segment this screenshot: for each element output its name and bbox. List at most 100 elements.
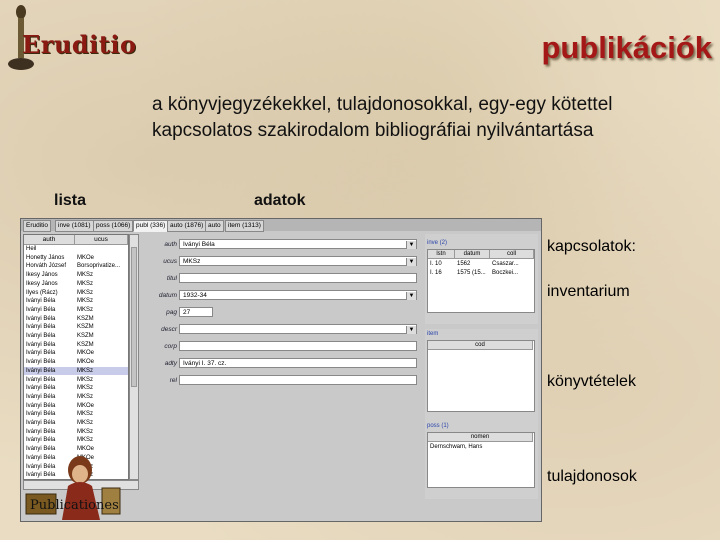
field-ucus[interactable]: MKSz ▼ — [179, 256, 417, 266]
field-value-auth: Iványi Béla — [183, 241, 215, 248]
list-cell-ucus: MKSz — [77, 280, 94, 287]
chevron-down-icon[interactable]: ▼ — [406, 292, 416, 300]
field-label-adty: adty — [164, 360, 177, 367]
inve-cell[interactable]: 1562 — [457, 260, 489, 268]
field-pag[interactable]: 27 — [179, 307, 213, 317]
scholar-caption: Publicationes — [30, 498, 119, 513]
record-form: auth Iványi Béla ▼ ucus MKSz ▼ titul datum 1932-… — [141, 234, 421, 519]
tab-poss[interactable]: poss (1066) — [93, 220, 134, 232]
list-vertical-scrollbar[interactable] — [129, 234, 139, 480]
poss-header-nomen[interactable]: nomen — [428, 433, 533, 442]
list-row[interactable]: Iványi Béla MKSz — [24, 419, 128, 427]
item-panel: item cod — [425, 329, 538, 419]
list-cell-auth: Iványi Béla — [26, 402, 56, 409]
inve-table: lstn datum coll I. 10 1562 Csaszar... I.… — [427, 249, 535, 313]
list-row[interactable]: Heil — [24, 245, 128, 253]
list-row[interactable]: Ikesy János MKSz — [24, 280, 128, 288]
list-cell-ucus: KSZM — [77, 341, 94, 348]
chevron-down-icon[interactable]: ▼ — [406, 326, 416, 334]
inve-header-coll[interactable]: coll — [490, 250, 534, 259]
tab-publ[interactable]: publ (336) — [133, 220, 169, 232]
inve-cell[interactable]: Boczkei... — [492, 269, 532, 277]
page-subtitle: a könyvjegyzékekkel, tulajdonosokkal, eg… — [152, 94, 613, 141]
list-row[interactable]: Iványi Béla MKSz — [24, 436, 128, 444]
field-value-ucus: MKSz — [183, 258, 201, 265]
list-row[interactable]: Iványi Béla KSZM — [24, 341, 128, 349]
list-row[interactable]: Iványi Béla MKSz — [24, 384, 128, 392]
list-cell-ucus: MKOe — [77, 254, 95, 261]
tab-auto-2[interactable]: auto — [205, 220, 224, 232]
inve-cell[interactable]: I. 16 — [430, 269, 454, 277]
list-row[interactable]: Iványi Béla MKSz — [24, 297, 128, 305]
inve-header-lstn[interactable]: lstn — [428, 250, 455, 259]
list-row[interactable]: Ikesy János MKSz — [24, 271, 128, 279]
list-row[interactable]: Iványi Béla MKSz — [24, 376, 128, 384]
tab-eruditio[interactable]: Eruditio — [23, 220, 52, 232]
list-header-ucus[interactable]: ucus — [75, 235, 128, 245]
list-row[interactable]: Iványi Béla MKSz — [24, 393, 128, 401]
list-row[interactable]: Iványi Béla MKSz — [24, 306, 128, 314]
field-label-titul: titul — [166, 275, 177, 282]
list-cell-auth: Iványi Béla — [26, 324, 56, 331]
field-value-adty: Iványi I. 37. cz. — [183, 360, 227, 367]
list-row[interactable]: Iványi Béla MKSz — [24, 410, 128, 418]
tab-inve[interactable]: inve (1081) — [55, 220, 94, 232]
list-cell-auth: Iványi Béla — [26, 333, 56, 339]
field-titul[interactable] — [179, 273, 417, 283]
label-tulajdonosok: tulajdonosok — [547, 468, 637, 485]
inve-header-datum[interactable]: datum — [455, 250, 490, 259]
list-row[interactable]: Iványi Béla KSZM — [24, 323, 128, 331]
chevron-down-icon[interactable]: ▼ — [406, 258, 416, 266]
inve-cell[interactable]: Csaszar... — [492, 260, 532, 268]
list-cell-ucus: KSZM — [77, 333, 94, 339]
poss-cell[interactable]: Dernschwam, Hans — [430, 443, 530, 451]
list-cell-auth: Honetty János — [26, 254, 65, 261]
tab-item[interactable]: item (1313) — [225, 220, 264, 232]
list-row[interactable]: Honetty János MKOe — [24, 254, 128, 262]
list-cell-auth: Ikesy János — [26, 272, 58, 279]
list-cell-ucus: MKSz — [77, 393, 94, 400]
page-title: publikációk — [541, 30, 712, 65]
list-row[interactable]: Iványi Béla MKSz — [24, 366, 128, 375]
field-descr[interactable]: ▼ — [179, 324, 417, 334]
field-adty[interactable]: Iványi I. 37. cz. — [179, 358, 417, 368]
form-row-corp: corp — [141, 341, 421, 353]
list-cell-auth: Iványi Béla — [26, 350, 56, 357]
list-row[interactable]: Iványi Béla MKOe — [24, 402, 128, 410]
chevron-down-icon[interactable]: ▼ — [406, 241, 416, 249]
list-header-auth[interactable]: auth — [24, 235, 75, 245]
scrollbar-thumb[interactable] — [131, 247, 137, 387]
form-row-adty: adty Iványi I. 37. cz. — [141, 358, 421, 370]
list-row[interactable]: Ilyes (Rácz) MKSz — [24, 289, 128, 297]
list-row[interactable]: Iványi Béla MKSz — [24, 428, 128, 436]
list-cell-ucus: MKSz — [77, 428, 94, 435]
list-cell-ucus: MKOe — [77, 359, 95, 366]
item-label: item — [427, 331, 439, 337]
list-cell-auth: Iványi Béla — [26, 341, 56, 348]
list-row[interactable]: Iványi Béla MKOe — [24, 358, 128, 366]
field-datum[interactable]: 1932-34 ▼ — [179, 290, 417, 300]
item-header-cod[interactable]: cod — [428, 341, 533, 350]
form-row-titul: titul — [141, 273, 421, 285]
field-corp[interactable] — [179, 341, 417, 351]
tab-auto[interactable]: auto (1876) — [167, 220, 207, 232]
inve-cell[interactable]: 1575 (15... — [457, 269, 489, 277]
list-row[interactable]: Horváth József Borsoprivatize... — [24, 262, 128, 270]
poss-table: nomen Dernschwam, Hans — [427, 432, 535, 488]
list-row[interactable]: Iványi Béla MKOe — [24, 349, 128, 357]
field-rel[interactable] — [179, 375, 417, 385]
field-auth[interactable]: Iványi Béla ▼ — [179, 239, 417, 249]
list-row[interactable]: Iványi Béla KSZM — [24, 315, 128, 323]
label-adatok: adatok — [254, 192, 306, 209]
list-cell-ucus: MKSz — [77, 272, 94, 279]
tab-bar: Eruditio inve (1081) poss (1066) publ (3… — [21, 219, 541, 232]
label-konyvtetelek: könyvtételek — [547, 373, 636, 390]
field-label-rel: rel — [169, 377, 177, 384]
list-row[interactable]: Iványi Béla KSZM — [24, 332, 128, 340]
inve-cell[interactable]: I. 10 — [430, 260, 454, 268]
field-label-pag: pag — [166, 309, 177, 316]
list-cell-auth: Iványi Béla — [26, 428, 56, 435]
list-cell-ucus: KSZM — [77, 315, 94, 322]
list-cell-ucus: MKSz — [77, 298, 94, 305]
form-row-descr: descr ▼ — [141, 324, 421, 336]
